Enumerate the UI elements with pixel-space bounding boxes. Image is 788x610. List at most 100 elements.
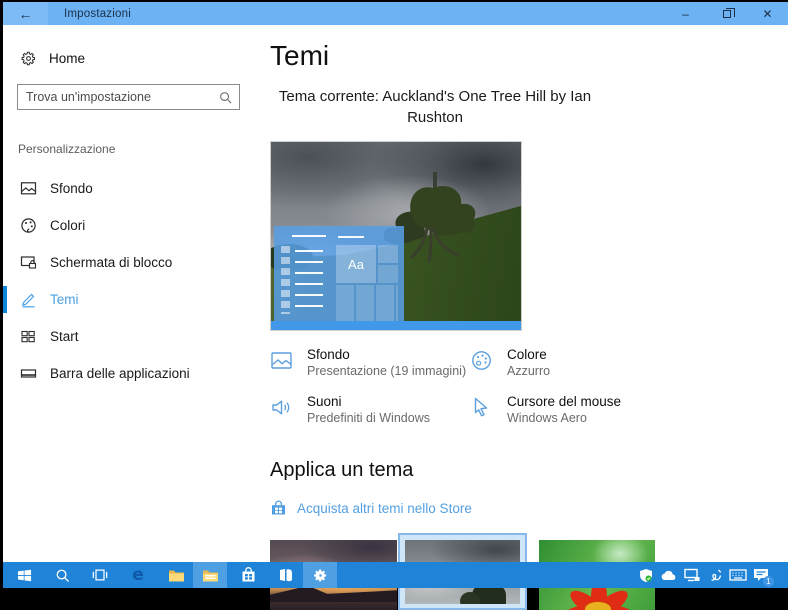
small-tile: [378, 265, 398, 283]
palette-icon: [470, 349, 493, 372]
thumbnail-tree: [460, 592, 480, 604]
pen-icon: [709, 568, 722, 582]
windows-ink-tray-icon[interactable]: [705, 562, 725, 588]
flower-center: [585, 602, 611, 610]
action-center-tray-icon[interactable]: 1: [751, 562, 771, 588]
sidebar-item-label: Start: [50, 329, 79, 344]
themes-page: Temi Tema corrente: Auckland's One Tree …: [270, 25, 788, 562]
sidebar-item-label: Barra delle applicazioni: [50, 366, 190, 381]
setting-title: Cursore del mouse: [507, 394, 621, 409]
flag-app-button[interactable]: [269, 562, 303, 588]
cloud-icon: [661, 570, 677, 581]
taskbar-icon: [20, 365, 37, 382]
window-title: Impostazioni: [64, 8, 131, 20]
setting-value: Presentazione (19 immagini): [307, 364, 466, 378]
current-theme-text: Tema corrente: Auckland's One Tree Hill …: [270, 86, 600, 128]
preview-start-menu: Aa: [274, 226, 404, 321]
start-menu-header-line: [292, 235, 326, 237]
store-link-label: Acquista altri temi nello Store: [297, 501, 472, 516]
sidebar-item-label: Schermata di blocco: [50, 255, 172, 270]
security-shield-tray-icon[interactable]: [636, 562, 656, 588]
setting-value: Azzurro: [507, 364, 550, 378]
setting-title: Suoni: [307, 394, 430, 409]
sidebar-item-home[interactable]: Home: [20, 50, 256, 67]
font-tile-label: Aa: [348, 257, 364, 272]
page-title: Temi: [270, 40, 788, 72]
preview-taskbar-strip: [271, 321, 521, 330]
network-icon: [684, 568, 700, 582]
tiles-header-line: [338, 236, 364, 238]
setting-value: Predefiniti di Windows: [307, 411, 430, 425]
back-arrow-icon: ←: [19, 6, 33, 22]
sidebar-item-sfondo[interactable]: Sfondo: [3, 170, 256, 207]
network-tray-icon[interactable]: [682, 562, 702, 588]
cursor-icon: [470, 396, 493, 419]
font-preview-tile: Aa: [336, 245, 376, 283]
start-menu-item-lines: [295, 250, 323, 316]
start-menu-icon-column: [281, 246, 290, 314]
sidebar-item-barra-applicazioni[interactable]: Barra delle applicazioni: [3, 355, 256, 392]
setting-value: Windows Aero: [507, 411, 621, 425]
task-view-button[interactable]: [83, 562, 117, 588]
sidebar-item-label: Sfondo: [50, 181, 93, 196]
sidebar-item-label: Colori: [50, 218, 85, 233]
windows-taskbar: e: [3, 562, 788, 588]
file-explorer-window-button[interactable]: [193, 562, 227, 588]
color-setting-link[interactable]: Colore Azzurro: [470, 347, 750, 378]
gear-icon: [313, 568, 328, 583]
background-setting-link[interactable]: Sfondo Presentazione (19 immagini): [270, 347, 470, 378]
theme-preview-image: Aa: [270, 141, 522, 331]
store-button[interactable]: [231, 562, 265, 588]
windows-logo-icon: [17, 568, 32, 583]
theme-settings-links: Sfondo Presentazione (19 immagini) Color…: [270, 347, 750, 425]
desktop-screen: ← Impostazioni – ✕ Home Personalizzazion…: [0, 0, 788, 588]
close-icon: ✕: [762, 7, 772, 21]
selected-accent-bar: [3, 286, 7, 313]
search-icon[interactable]: [219, 91, 232, 104]
task-view-icon: [92, 568, 108, 582]
store-icon: [270, 500, 287, 517]
setting-title: Colore: [507, 347, 550, 362]
sidebar-item-start[interactable]: Start: [3, 318, 256, 355]
minimize-button[interactable]: –: [665, 2, 706, 25]
sidebar-item-label: Temi: [50, 292, 79, 307]
touch-keyboard-tray-icon[interactable]: [728, 562, 748, 588]
sidebar-item-temi[interactable]: Temi: [3, 281, 256, 318]
sounds-setting-link[interactable]: Suoni Predefiniti di Windows: [270, 394, 470, 425]
onedrive-tray-icon[interactable]: [659, 562, 679, 588]
start-menu-tiles: Aa: [336, 232, 398, 321]
setting-title: Sfondo: [307, 347, 466, 362]
apply-theme-heading: Applica un tema: [270, 459, 788, 482]
restore-button[interactable]: [706, 2, 747, 25]
store-bag-icon: [241, 567, 256, 583]
flag-app-icon: [278, 567, 294, 583]
settings-sidebar: Home Personalizzazione Sfondo Colori Sch…: [3, 25, 256, 562]
window-controls: – ✕: [665, 2, 788, 25]
start-button[interactable]: [7, 562, 41, 588]
edge-browser-button[interactable]: e: [121, 562, 155, 588]
colors-icon: [20, 217, 37, 234]
settings-app-button[interactable]: [303, 562, 337, 588]
open-folder-icon: [202, 568, 219, 583]
restore-icon: [723, 10, 731, 18]
taskbar-search-button[interactable]: [45, 562, 79, 588]
sidebar-item-schermata-di-blocco[interactable]: Schermata di blocco: [3, 244, 256, 281]
sidebar-item-colori[interactable]: Colori: [3, 207, 256, 244]
back-button[interactable]: ←: [3, 2, 48, 25]
background-icon: [270, 349, 293, 372]
settings-search-box: [17, 84, 240, 110]
mouse-cursor-setting-link[interactable]: Cursore del mouse Windows Aero: [470, 394, 750, 425]
store-link[interactable]: Acquista altri temi nello Store: [270, 500, 788, 517]
start-icon: [20, 328, 37, 345]
file-explorer-button[interactable]: [159, 562, 193, 588]
search-icon: [55, 568, 70, 583]
system-tray: 1: [636, 562, 788, 588]
search-input[interactable]: [18, 85, 219, 109]
folder-icon: [168, 568, 185, 583]
themes-icon: [20, 291, 37, 308]
speaker-icon: [270, 396, 293, 419]
close-button[interactable]: ✕: [747, 2, 788, 25]
lock-screen-icon: [20, 254, 37, 271]
minimize-icon: –: [682, 7, 689, 21]
sidebar-nav: Sfondo Colori Schermata di blocco Temi S…: [3, 170, 256, 392]
